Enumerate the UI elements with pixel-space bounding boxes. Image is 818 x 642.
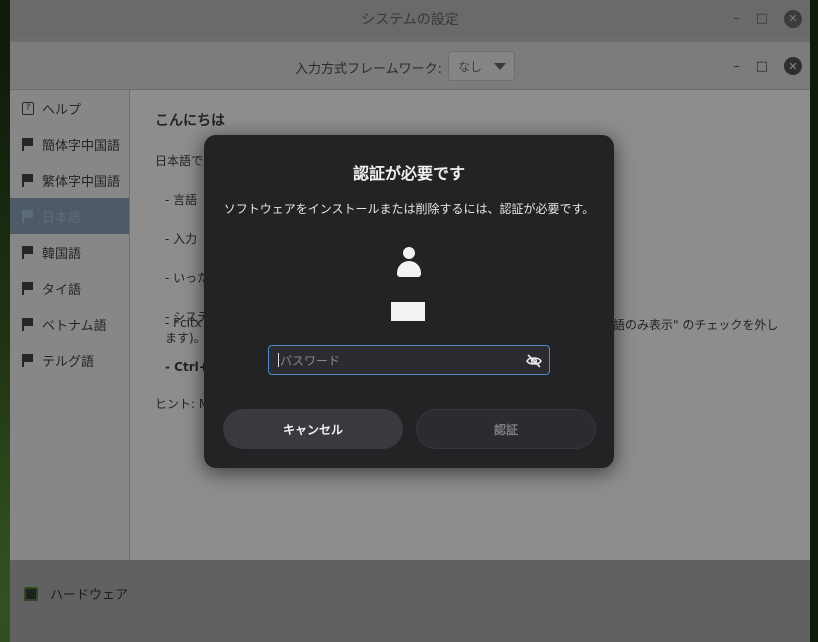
window-title: システムの設定	[361, 11, 459, 28]
help-icon: ?	[22, 101, 34, 115]
content-fcitx-tail: 言語のみ表示" のチェックを外し	[601, 318, 779, 332]
password-field[interactable]: パスワード	[268, 345, 550, 375]
chevron-down-icon	[494, 62, 507, 70]
user-name-redacted	[391, 302, 425, 321]
language-sidebar: ? ヘルプ 簡体字中国語 繁体字中国語 日本語 韓国語 タイ語 ベトナム語 テル…	[10, 90, 130, 560]
content-hint: ヒント: M	[155, 397, 210, 411]
authentication-dialog: 認証が必要です ソフトウェアをインストールまたは削除するには、認証が必要です。 …	[204, 135, 614, 468]
sidebar-item-label: テルグ語	[42, 354, 95, 370]
password-placeholder: パスワード	[280, 353, 341, 368]
text-caret	[278, 353, 279, 367]
flag-icon	[22, 210, 34, 223]
authenticate-button[interactable]: 認証	[416, 409, 596, 449]
hardware-item[interactable]: ハードウェア	[24, 584, 128, 603]
cancel-button[interactable]: キャンセル	[223, 409, 403, 449]
minimize-icon[interactable]: –	[733, 11, 740, 26]
close-icon[interactable]: ✕	[784, 57, 802, 75]
sidebar-item-label: 日本語	[42, 210, 82, 226]
settings-bottom-strip: ハードウェア	[10, 560, 810, 642]
flag-icon	[22, 354, 34, 367]
dialog-title: 認証が必要です	[352, 164, 465, 183]
sidebar-item-label: ヘルプ	[42, 102, 82, 118]
window-titlebar[interactable]: システムの設定 – □ ✕	[10, 0, 810, 37]
flag-icon	[22, 318, 34, 331]
sidebar-item-traditional-chinese[interactable]: 繁体字中国語	[10, 162, 129, 198]
sidebar-item-label: 韓国語	[42, 246, 82, 262]
sidebar-item-japanese[interactable]: 日本語	[10, 198, 129, 234]
sidebar-item-help[interactable]: ? ヘルプ	[10, 90, 129, 126]
maximize-icon[interactable]: □	[756, 11, 768, 26]
hardware-icon	[24, 586, 38, 601]
sidebar-item-thai[interactable]: タイ語	[10, 270, 129, 306]
close-icon[interactable]: ✕	[784, 9, 802, 28]
input-method-value: なし	[458, 59, 483, 74]
content-ctrl-line: - Ctrl+	[165, 360, 209, 374]
flag-icon	[22, 138, 34, 151]
flag-icon	[22, 174, 34, 187]
input-method-label: 入力方式フレームワーク:	[295, 62, 442, 77]
user-icon	[397, 247, 421, 277]
sidebar-item-simplified-chinese[interactable]: 簡体字中国語	[10, 126, 129, 162]
user-icon-head	[403, 247, 415, 259]
inner-window-controls: – □ ✕	[733, 42, 802, 90]
flag-icon	[22, 246, 34, 259]
user-icon-body	[397, 261, 421, 277]
dialog-message: ソフトウェアをインストールまたは削除するには、認証が必要です。	[223, 202, 595, 216]
content-heading: こんにちは	[155, 113, 225, 129]
flag-icon	[22, 282, 34, 295]
sidebar-item-label: タイ語	[42, 282, 82, 298]
minimize-icon[interactable]: –	[733, 59, 740, 74]
sidebar-item-vietnamese[interactable]: ベトナム語	[10, 306, 129, 342]
maximize-icon[interactable]: □	[756, 59, 768, 74]
sidebar-item-korean[interactable]: 韓国語	[10, 234, 129, 270]
sidebar-item-label: ベトナム語	[42, 318, 107, 334]
sidebar-item-label: 繁体字中国語	[42, 174, 121, 190]
sidebar-item-telugu[interactable]: テルグ語	[10, 342, 129, 378]
input-method-toolbar: 入力方式フレームワーク: なし – □ ✕	[10, 42, 810, 90]
hardware-label: ハードウェア	[50, 588, 129, 603]
input-method-select[interactable]: なし	[448, 51, 515, 81]
eye-off-icon[interactable]	[526, 353, 542, 369]
sidebar-item-label: 簡体字中国語	[42, 138, 121, 154]
window-controls: – □ ✕	[733, 0, 802, 37]
